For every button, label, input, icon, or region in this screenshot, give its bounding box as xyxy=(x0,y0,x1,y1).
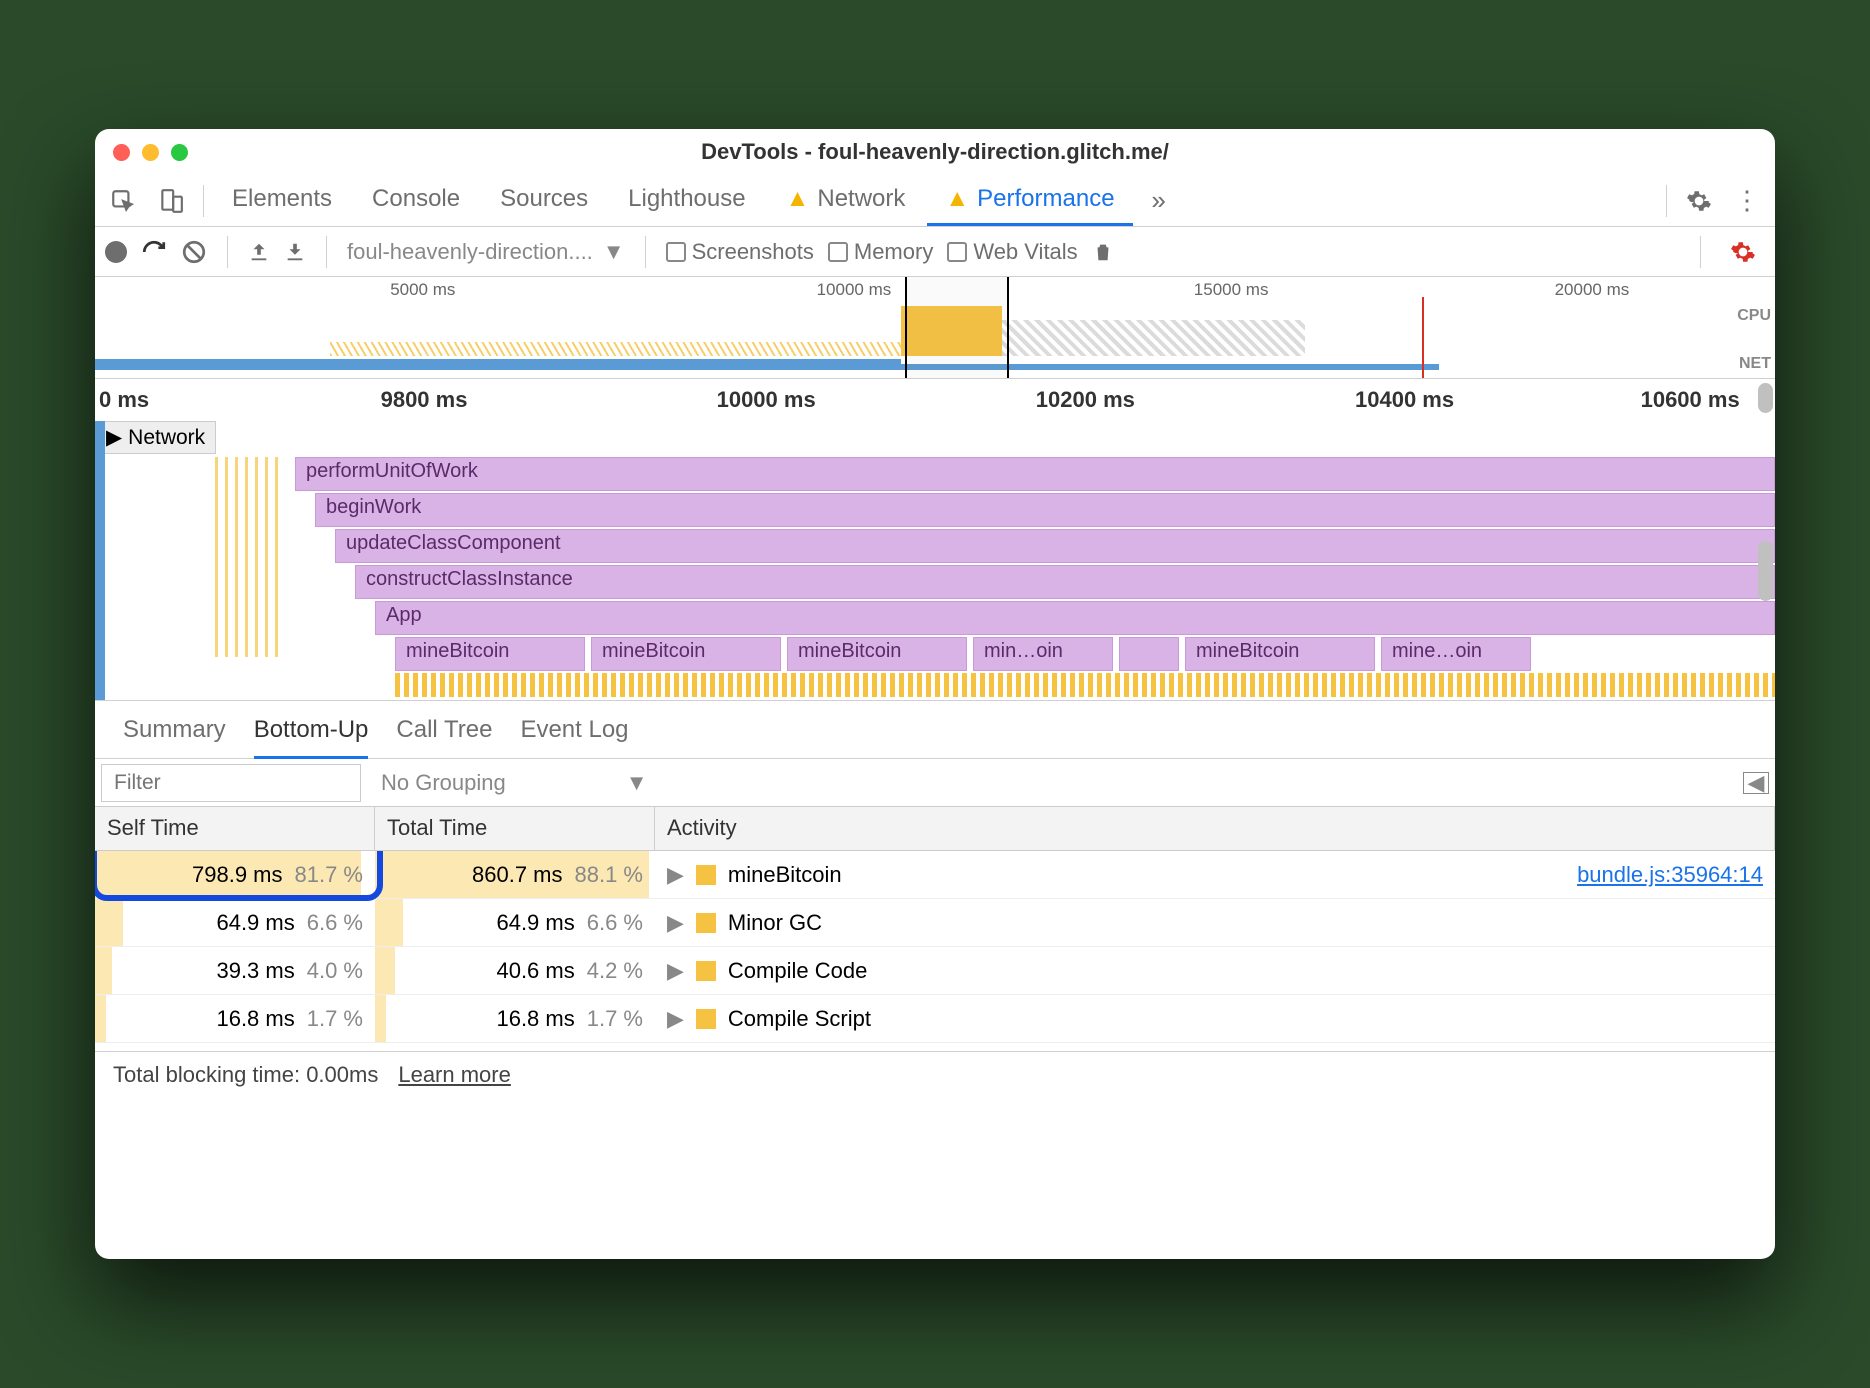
timeline-ruler[interactable]: 0 ms 9800 ms 10000 ms 10200 ms 10400 ms … xyxy=(95,379,1775,421)
table-header: Self Time Total Time Activity xyxy=(95,807,1775,851)
overview-tick: 5000 ms xyxy=(390,280,455,300)
tab-elements[interactable]: Elements xyxy=(214,175,350,226)
trash-icon[interactable] xyxy=(1092,240,1114,264)
flame-block[interactable]: mine…oin xyxy=(1381,637,1531,671)
col-total-time[interactable]: Total Time xyxy=(375,807,655,850)
filter-row: No Grouping▼ ◀ xyxy=(95,759,1775,807)
warning-icon: ▲ xyxy=(786,185,810,213)
clear-icon[interactable] xyxy=(181,239,207,265)
flame-block[interactable] xyxy=(1119,637,1179,671)
scrollbar-thumb[interactable] xyxy=(1758,383,1773,413)
activity-name: Minor GC xyxy=(728,910,822,936)
devtools-window: DevTools - foul-heavenly-direction.glitc… xyxy=(95,129,1775,1259)
chevron-down-icon: ▼ xyxy=(603,239,625,265)
more-tabs-icon[interactable]: » xyxy=(1137,179,1181,223)
perf-toolbar: foul-heavenly-direction....▼ Screenshots… xyxy=(95,227,1775,277)
flame-block[interactable]: mineBitcoin xyxy=(787,637,967,671)
table-row[interactable]: 798.9 ms81.7 %860.7 ms88.1 %▶mineBitcoin… xyxy=(95,851,1775,899)
overview-selection[interactable] xyxy=(905,277,1009,378)
category-swatch xyxy=(696,865,716,885)
analysis-tabs: Summary Bottom-Up Call Tree Event Log xyxy=(95,701,1775,759)
panel-tabs: Elements Console Sources Lighthouse ▲Net… xyxy=(95,175,1775,227)
checkbox-webvitals[interactable]: Web Vitals xyxy=(947,239,1077,265)
overview-tick: 20000 ms xyxy=(1555,280,1630,300)
checkbox-memory[interactable]: Memory xyxy=(828,239,933,265)
tab-console[interactable]: Console xyxy=(354,175,478,226)
gear-icon-red[interactable] xyxy=(1721,230,1765,274)
source-link[interactable]: bundle.js:35964:14 xyxy=(1577,862,1763,888)
tab-event-log[interactable]: Event Log xyxy=(520,716,628,744)
flame-chart[interactable]: ▶Network performUnitOfWork beginWork upd… xyxy=(95,421,1775,701)
col-self-time[interactable]: Self Time xyxy=(95,807,375,850)
chevron-right-icon: ▶ xyxy=(667,862,684,888)
activity-name: Compile Code xyxy=(728,958,867,984)
chevron-right-icon: ▶ xyxy=(667,910,684,936)
table-row[interactable]: 39.3 ms4.0 %40.6 ms4.2 %▶Compile Code xyxy=(95,947,1775,995)
tab-summary[interactable]: Summary xyxy=(123,716,226,744)
flame-block[interactable]: updateClassComponent xyxy=(335,529,1775,563)
grouping-dropdown[interactable]: No Grouping▼ xyxy=(381,770,648,796)
flame-block[interactable]: performUnitOfWork xyxy=(295,457,1775,491)
minimize-icon[interactable] xyxy=(142,144,159,161)
chevron-right-icon: ▶ xyxy=(667,958,684,984)
kebab-icon[interactable]: ⋮ xyxy=(1725,179,1769,223)
tab-performance[interactable]: ▲Performance xyxy=(927,175,1132,226)
device-icon[interactable] xyxy=(149,179,193,223)
col-activity[interactable]: Activity xyxy=(655,807,1775,850)
tab-network[interactable]: ▲Network xyxy=(768,175,924,226)
gear-icon[interactable] xyxy=(1677,179,1721,223)
table-row[interactable]: 16.8 ms1.7 %16.8 ms1.7 %▶Compile Script xyxy=(95,995,1775,1043)
network-track-header[interactable]: ▶Network xyxy=(95,421,216,454)
reload-icon[interactable] xyxy=(141,239,167,265)
table-body: 798.9 ms81.7 %860.7 ms88.1 %▶mineBitcoin… xyxy=(95,851,1775,1051)
tbt-label: Total blocking time: 0.00ms xyxy=(113,1062,378,1088)
overview-strip[interactable]: 5000 ms 10000 ms 15000 ms 20000 ms CPU N… xyxy=(95,277,1775,379)
filter-input[interactable] xyxy=(101,764,361,802)
chevron-right-icon: ▶ xyxy=(106,425,122,450)
zoom-icon[interactable] xyxy=(171,144,188,161)
flame-block[interactable]: beginWork xyxy=(315,493,1775,527)
record-button[interactable] xyxy=(105,241,127,263)
flame-block[interactable]: constructClassInstance xyxy=(355,565,1775,599)
titlebar: DevTools - foul-heavenly-direction.glitc… xyxy=(95,129,1775,175)
tab-sources[interactable]: Sources xyxy=(482,175,606,226)
activity-name: Compile Script xyxy=(728,1006,871,1032)
table-row[interactable]: 64.9 ms6.6 %64.9 ms6.6 %▶Minor GC xyxy=(95,899,1775,947)
panel-toggle-icon[interactable]: ◀ xyxy=(1743,772,1769,794)
overview-cpu-label: CPU xyxy=(1737,307,1771,325)
tab-lighthouse[interactable]: Lighthouse xyxy=(610,175,763,226)
inspect-icon[interactable] xyxy=(101,179,145,223)
checkbox-screenshots[interactable]: Screenshots xyxy=(666,239,814,265)
warning-icon: ▲ xyxy=(945,185,969,213)
chevron-down-icon: ▼ xyxy=(626,770,648,796)
tab-call-tree[interactable]: Call Tree xyxy=(396,716,492,744)
flame-block[interactable]: mineBitcoin xyxy=(395,637,585,671)
overview-tick: 15000 ms xyxy=(1194,280,1269,300)
category-swatch xyxy=(696,913,716,933)
flame-block[interactable]: mineBitcoin xyxy=(1185,637,1375,671)
download-icon[interactable] xyxy=(284,241,306,263)
category-swatch xyxy=(696,961,716,981)
activity-name: mineBitcoin xyxy=(728,862,842,888)
overview-tick: 10000 ms xyxy=(817,280,892,300)
upload-icon[interactable] xyxy=(248,241,270,263)
tab-bottom-up[interactable]: Bottom-Up xyxy=(254,716,369,759)
scrollbar-thumb[interactable] xyxy=(1758,541,1773,601)
flame-block[interactable]: mineBitcoin xyxy=(591,637,781,671)
window-controls xyxy=(113,144,188,161)
flame-block[interactable]: App xyxy=(375,601,1775,635)
flame-block[interactable]: min…oin xyxy=(973,637,1113,671)
overview-net-label: NET xyxy=(1739,355,1771,373)
category-swatch xyxy=(696,1009,716,1029)
close-icon[interactable] xyxy=(113,144,130,161)
footer: Total blocking time: 0.00ms Learn more xyxy=(95,1051,1775,1097)
learn-more-link[interactable]: Learn more xyxy=(398,1062,511,1088)
chevron-right-icon: ▶ xyxy=(667,1006,684,1032)
window-title: DevTools - foul-heavenly-direction.glitc… xyxy=(95,139,1775,165)
profile-dropdown[interactable]: foul-heavenly-direction....▼ xyxy=(347,239,625,265)
